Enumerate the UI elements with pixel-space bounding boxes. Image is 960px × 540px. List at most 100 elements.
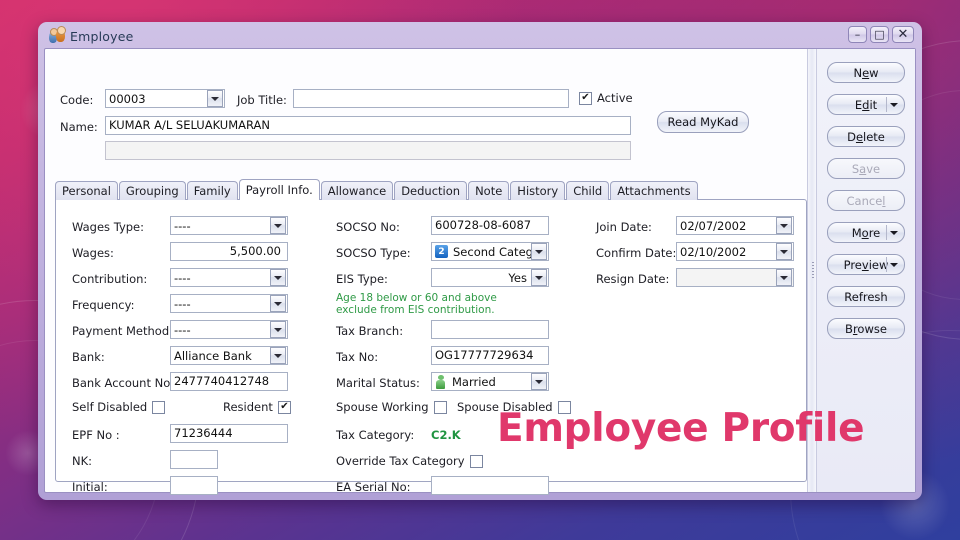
edit-button[interactable]: Edit <box>827 94 905 115</box>
contribution-value: ---- <box>174 270 191 285</box>
minimize-button[interactable]: – <box>848 26 867 43</box>
socso-type-combo[interactable]: 2 Second Categor <box>431 242 549 261</box>
name-label: Name: <box>60 120 98 134</box>
payment-method-combo[interactable]: ---- <box>170 320 288 339</box>
active-checkbox[interactable]: ✔ Active <box>579 91 633 105</box>
name-input[interactable]: KUMAR A/L SELUAKUMARAN <box>105 116 631 135</box>
preview-button[interactable]: Preview <box>827 254 905 275</box>
tab-child[interactable]: Child <box>566 181 610 200</box>
job-title-input[interactable] <box>293 89 569 108</box>
maximize-button[interactable]: □ <box>870 26 889 43</box>
split-divider <box>886 225 887 240</box>
more-button[interactable]: More <box>827 222 905 243</box>
job-title-label: Job Title: <box>237 93 287 107</box>
wages-type-label: Wages Type: <box>72 220 144 234</box>
tab-deduction[interactable]: Deduction <box>394 181 468 200</box>
bank-combo[interactable]: Alliance Bank <box>170 346 288 365</box>
chevron-down-icon[interactable] <box>270 321 286 338</box>
chevron-down-icon[interactable] <box>776 217 792 234</box>
tax-branch-label: Tax Branch: <box>336 324 404 338</box>
chevron-down-icon[interactable] <box>890 230 898 235</box>
save-button-label: Save <box>851 161 881 176</box>
save-button: Save <box>827 158 905 179</box>
cancel-button: Cancel <box>827 190 905 211</box>
chevron-down-icon[interactable] <box>531 243 547 260</box>
contribution-combo[interactable]: ---- <box>170 268 288 287</box>
chevron-down-icon[interactable] <box>890 102 898 107</box>
tab-personal[interactable]: Personal <box>55 181 118 200</box>
wages-type-value: ---- <box>174 218 191 233</box>
resign-date-picker[interactable] <box>676 268 794 287</box>
tab-allowance[interactable]: Allowance <box>320 181 394 200</box>
tab-label: Payroll Info. <box>245 183 313 197</box>
tab-note[interactable]: Note <box>468 181 510 200</box>
tab-label: Deduction <box>401 184 461 198</box>
chevron-down-icon[interactable] <box>270 269 286 286</box>
marital-status-combo[interactable]: Married <box>431 372 549 391</box>
tab-attachments[interactable]: Attachments <box>610 181 698 200</box>
code-combo[interactable]: 00003 <box>105 89 225 108</box>
frequency-value: ---- <box>174 296 191 311</box>
chevron-down-icon[interactable] <box>776 269 792 286</box>
join-date-label: Join Date: <box>596 220 652 234</box>
tab-grouping[interactable]: Grouping <box>118 181 186 200</box>
tab-bar: Personal Grouping Family Payroll Info. A… <box>55 179 698 200</box>
resident-label: Resident <box>223 400 273 414</box>
new-button[interactable]: New <box>827 62 905 83</box>
refresh-button[interactable]: Refresh <box>827 286 905 307</box>
chevron-down-icon[interactable] <box>207 90 223 107</box>
tax-branch-input[interactable] <box>431 320 549 339</box>
chevron-down-icon[interactable] <box>270 295 286 312</box>
confirm-date-picker[interactable]: 02/10/2002 <box>676 242 794 261</box>
marital-status-label: Marital Status: <box>336 376 420 390</box>
tab-label: Child <box>573 184 603 198</box>
socso-no-input[interactable]: 600728-08-6087 <box>431 216 549 235</box>
close-button[interactable]: ✕ <box>892 26 914 43</box>
title-bar[interactable]: Employee – □ ✕ <box>44 24 916 48</box>
tab-family[interactable]: Family <box>186 181 238 200</box>
nk-input[interactable] <box>170 450 218 469</box>
delete-button[interactable]: Delete <box>827 126 905 147</box>
refresh-button-label: Refresh <box>844 289 888 304</box>
initial-input[interactable] <box>170 476 218 495</box>
bank-account-no-input[interactable]: 2477740412748 <box>170 372 288 391</box>
frequency-combo[interactable]: ---- <box>170 294 288 313</box>
self-disabled-checkbox[interactable]: Self Disabled <box>72 400 166 414</box>
person-icon <box>435 374 447 389</box>
epf-no-input[interactable]: 71236444 <box>170 424 288 443</box>
chevron-down-icon[interactable] <box>270 347 286 364</box>
new-button-label: New <box>853 65 879 80</box>
chevron-down-icon[interactable] <box>776 243 792 260</box>
tab-label: History <box>517 184 559 198</box>
chevron-down-icon[interactable] <box>531 373 547 390</box>
eis-type-value: Yes <box>508 270 527 285</box>
resident-checkbox[interactable]: Resident ✔ <box>223 400 291 414</box>
bank-account-no-label: Bank Account No: <box>72 376 175 390</box>
tax-no-label: Tax No: <box>336 350 379 364</box>
ea-serial-no-input[interactable] <box>431 476 549 495</box>
tax-category-value: C2.K <box>431 428 461 442</box>
wages-type-combo[interactable]: ---- <box>170 216 288 235</box>
join-date-picker[interactable]: 02/07/2002 <box>676 216 794 235</box>
preview-button-label: Preview <box>843 257 889 272</box>
override-tax-category-checkbox[interactable]: Override Tax Category <box>336 454 483 468</box>
tab-label: Grouping <box>125 184 179 198</box>
tax-no-input[interactable]: OG17777729634 <box>431 346 549 365</box>
browse-button[interactable]: Browse <box>827 318 905 339</box>
epf-no-label: EPF No : <box>72 428 120 442</box>
delete-button-label: Delete <box>847 129 885 144</box>
tab-label: Note <box>475 184 503 198</box>
tab-history[interactable]: History <box>510 181 566 200</box>
tab-payroll-info[interactable]: Payroll Info. <box>238 179 320 200</box>
socso-no-label: SOCSO No: <box>336 220 400 234</box>
read-mykad-button[interactable]: Read MyKad <box>657 111 749 133</box>
code-value: 00003 <box>109 91 146 106</box>
contribution-label: Contribution: <box>72 272 148 286</box>
spouse-working-checkbox[interactable]: Spouse Working <box>336 400 447 414</box>
eis-type-label: EIS Type: <box>336 272 388 286</box>
chevron-down-icon[interactable] <box>270 217 286 234</box>
eis-type-combo[interactable]: Yes <box>431 268 549 287</box>
chevron-down-icon[interactable] <box>531 269 547 286</box>
chevron-down-icon[interactable] <box>890 262 898 267</box>
wages-input[interactable]: 5,500.00 <box>170 242 288 261</box>
